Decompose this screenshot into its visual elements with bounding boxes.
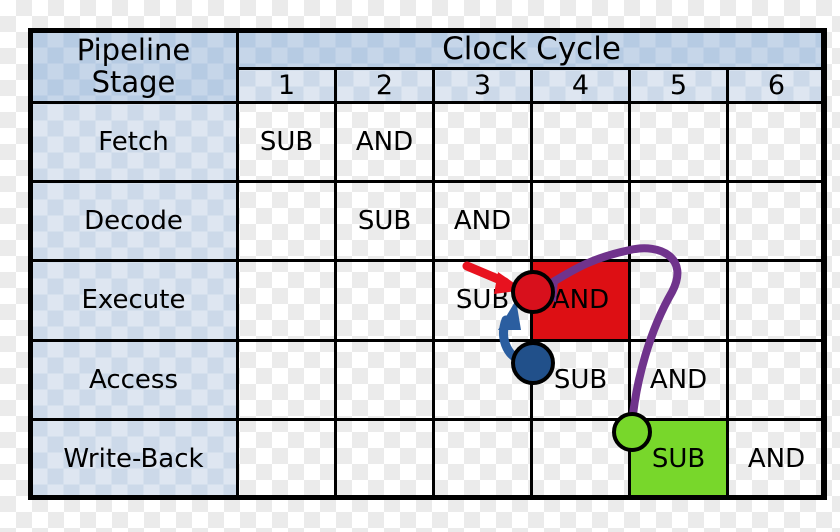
cell-fetch-c2: AND — [334, 100, 435, 184]
table-row: Write-Back SUB AND — [28, 417, 828, 501]
cell-decode-c2: SUB — [334, 180, 435, 263]
cell-writeback-c3 — [432, 417, 533, 501]
cell-fetch-c4 — [530, 100, 631, 184]
stage-label-fetch: Fetch — [28, 100, 239, 184]
cell-writeback-c4 — [530, 417, 631, 501]
table-row: Execute SUB AND — [28, 259, 828, 342]
cell-execute-c1 — [236, 259, 337, 342]
cell-execute-c6 — [725, 259, 828, 342]
stage-label-write-back: Write-Back — [28, 417, 239, 501]
stage-label-access: Access — [28, 338, 239, 421]
cell-access-c2 — [334, 338, 435, 421]
cell-access-c1 — [236, 338, 337, 421]
cell-decode-c1 — [236, 180, 337, 263]
stage-label-execute: Execute — [28, 259, 239, 342]
pipeline-hazard-diagram: Pipeline Stage Clock Cycle 1 2 3 4 5 6 F… — [0, 0, 840, 532]
cell-writeback-c6: AND — [725, 417, 828, 501]
cell-execute-c5 — [628, 259, 729, 342]
stage-label-decode: Decode — [28, 180, 239, 263]
cell-fetch-c5 — [628, 100, 729, 184]
pipeline-stage-header-line1: Pipeline — [76, 32, 191, 67]
cell-access-c4: SUB — [530, 338, 631, 421]
cycle-number-4: 4 — [530, 67, 631, 104]
pipeline-table: Pipeline Stage Clock Cycle 1 2 3 4 5 6 F… — [28, 28, 828, 501]
cell-fetch-c6 — [725, 100, 828, 184]
cell-writeback-c2 — [334, 417, 435, 501]
table-row: Decode SUB AND — [28, 180, 828, 263]
table-row: Fetch SUB AND — [28, 100, 828, 184]
cycle-number-6: 6 — [725, 67, 828, 104]
cell-decode-c3: AND — [432, 180, 533, 263]
cell-fetch-c1: SUB — [236, 100, 337, 184]
cell-execute-c2 — [334, 259, 435, 342]
cell-access-c6 — [725, 338, 828, 421]
cell-decode-c4 — [530, 180, 631, 263]
cell-decode-c6 — [725, 180, 828, 263]
cell-access-c3 — [432, 338, 533, 421]
cell-access-c5: AND — [628, 338, 729, 421]
cycle-number-5: 5 — [628, 67, 729, 104]
clock-cycle-header: Clock Cycle — [235, 28, 828, 70]
pipeline-stage-header-line2: Stage — [91, 65, 176, 99]
pipeline-stage-header: Pipeline Stage — [28, 28, 239, 104]
cycle-number-1: 1 — [236, 67, 337, 104]
table-row: Access SUB AND — [28, 338, 828, 421]
cycle-number-2: 2 — [334, 67, 435, 104]
table-body: Fetch SUB AND Decode SUB AND Execute SUB… — [28, 100, 828, 501]
cell-execute-c3: SUB — [432, 259, 533, 342]
cell-fetch-c3 — [432, 100, 533, 184]
cell-writeback-c5: SUB — [628, 417, 729, 501]
table-header: Pipeline Stage Clock Cycle 1 2 3 4 5 6 — [28, 28, 828, 104]
cell-decode-c5 — [628, 180, 729, 263]
cell-writeback-c1 — [236, 417, 337, 501]
header-row-title: Pipeline Stage Clock Cycle — [28, 28, 828, 104]
cycle-number-3: 3 — [432, 67, 533, 104]
cell-execute-c4: AND — [530, 259, 631, 342]
